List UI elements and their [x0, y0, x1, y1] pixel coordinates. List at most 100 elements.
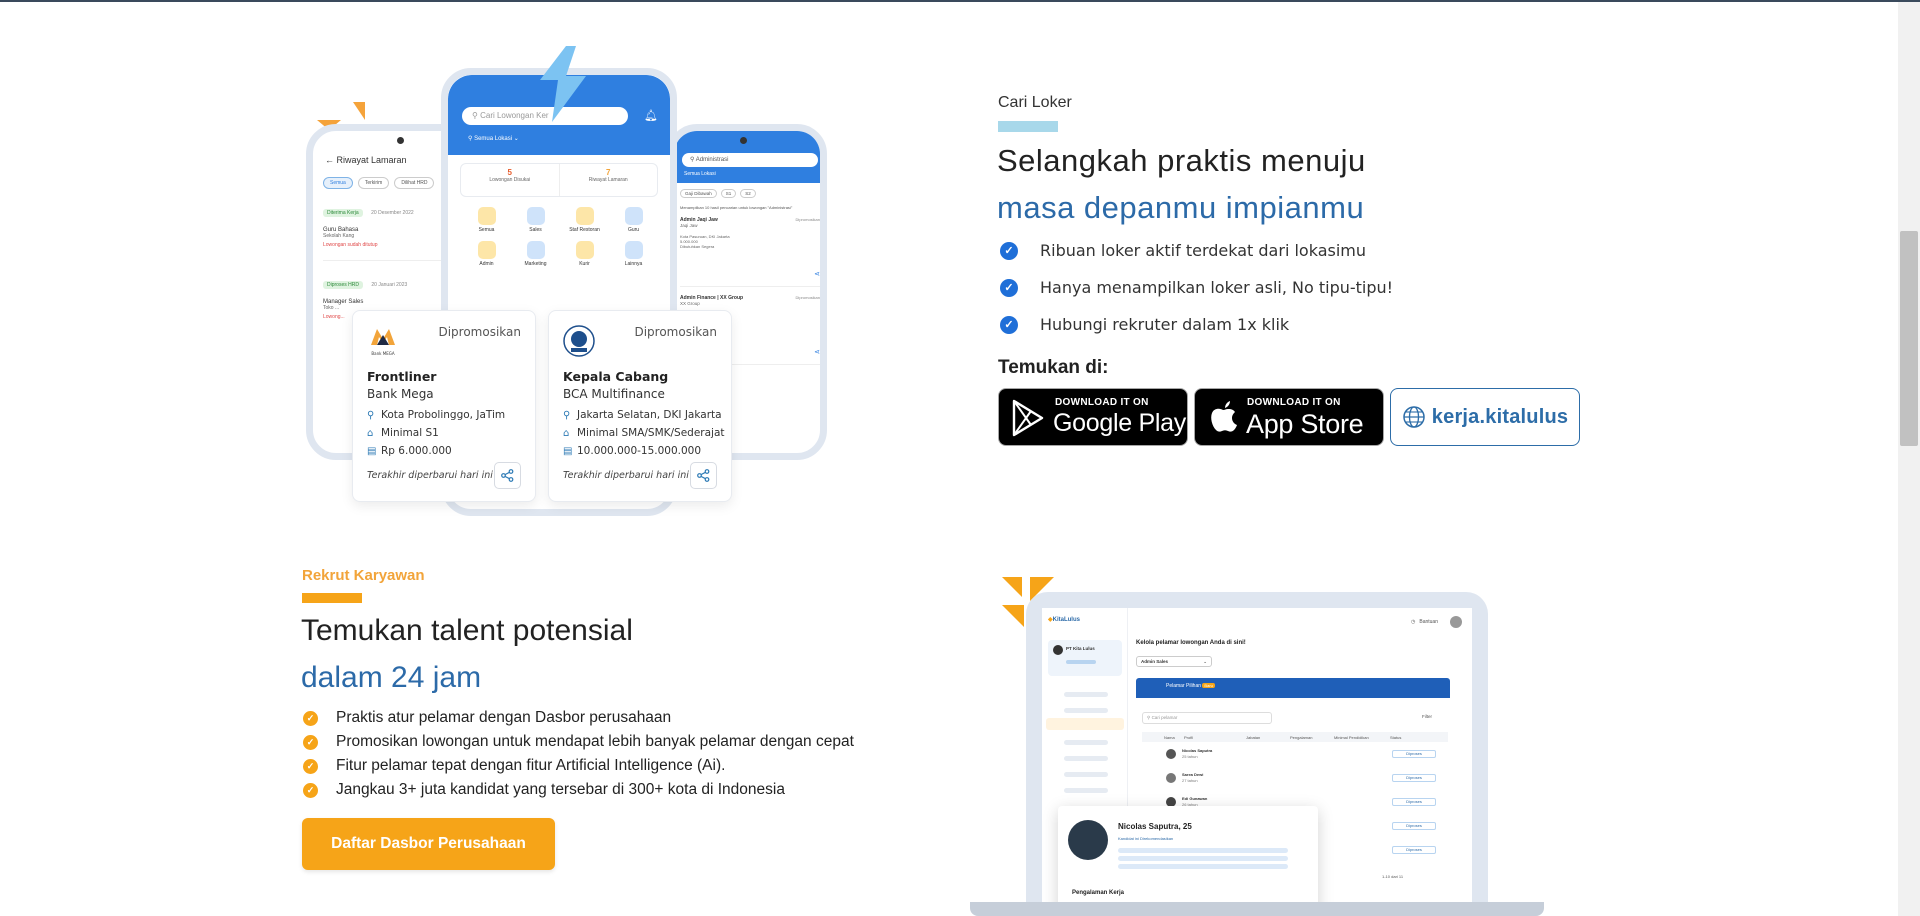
- eyebrow-underline: [302, 593, 362, 603]
- category-item[interactable]: Guru: [609, 207, 658, 233]
- share-icon: [697, 469, 710, 482]
- job-card-kepala-cabang[interactable]: Dipromosikan Kepala Cabang BCA Multifina…: [548, 310, 732, 502]
- share-icon[interactable]: ⋖: [814, 270, 820, 278]
- headline-line-2: dalam 24 jam: [301, 661, 482, 694]
- dashboard-topbar: ◷ Bantuan: [1411, 616, 1462, 628]
- bank-mega-logo: Bank MEGA: [367, 325, 399, 357]
- category-icon: [526, 241, 545, 259]
- chip-sent[interactable]: Terkirim: [357, 177, 390, 189]
- scrollbar-thumb[interactable]: [1900, 231, 1918, 446]
- job-title: Frontliner: [367, 369, 437, 384]
- feature-bullet: ✓ Promosikan lowongan untuk mendapat leb…: [303, 733, 854, 751]
- category-icon: [575, 241, 594, 259]
- filter-label[interactable]: Semua Lokasi: [684, 171, 716, 177]
- last-updated: Terakhir diperbarui hari ini: [563, 470, 689, 481]
- search-field[interactable]: ⚲ Administrasi: [682, 153, 818, 167]
- job-location: ⚲ Kota Probolinggo, JaTim: [367, 409, 506, 421]
- feature-bullet: ✓ Praktis atur pelamar dengan Dasbor per…: [303, 709, 671, 727]
- check-circle-icon: ✓: [303, 758, 318, 774]
- category-item[interactable]: Sales: [511, 207, 560, 233]
- bell-icon[interactable]: 🔔︎: [644, 109, 658, 123]
- status-dropdown[interactable]: Diproses: [1392, 846, 1436, 854]
- feature-bullet: ✓ Jangkau 3+ juta kandidat yang tersebar…: [303, 781, 785, 799]
- category-item[interactable]: Lainnya: [609, 241, 658, 267]
- chip-all[interactable]: Semua: [323, 177, 353, 189]
- row-avatar: [1166, 773, 1176, 783]
- promoted-label: Dipromosikan: [634, 325, 717, 339]
- section-eyebrow: Cari Loker: [998, 94, 1072, 111]
- share-icon: [501, 469, 514, 482]
- chip-seen[interactable]: Dilihat HRD: [394, 177, 435, 189]
- feature-bullet: ✓ Fitur pelamar tepat dengan fitur Artif…: [303, 757, 725, 775]
- category-icon: [624, 207, 643, 225]
- web-app-button[interactable]: kerja.kitalulus: [1390, 388, 1580, 446]
- headline-line-1: Selangkah praktis menuju: [997, 143, 1366, 178]
- chevron-down-icon: ⌄: [513, 136, 519, 142]
- laptop-screen: ◆KitaLulus PT Kita Lulus ◷ Bantuan Kelol…: [1042, 608, 1472, 916]
- headline-line-1: Temukan talent potensial: [301, 614, 633, 647]
- back-arrow-icon[interactable]: ←: [325, 155, 334, 165]
- filter-button[interactable]: Filter: [1422, 714, 1432, 719]
- category-item[interactable]: Kurir: [560, 241, 609, 267]
- tab-active[interactable]: Pelamar Pilihan Baru: [1166, 683, 1215, 689]
- company-name: Bank Mega: [367, 387, 434, 401]
- job-dropdown[interactable]: Admin Sales ⌄: [1136, 656, 1212, 667]
- user-avatar[interactable]: [1450, 616, 1462, 628]
- share-button[interactable]: [690, 462, 717, 489]
- search-icon: ⚲: [472, 111, 478, 120]
- share-button[interactable]: [494, 462, 521, 489]
- table-row[interactable]: Sarea Dewi 27 tahun Diproses: [1142, 770, 1448, 790]
- brand-logo: ◆KitaLulus: [1048, 617, 1080, 623]
- pin-icon: ⚲: [563, 410, 571, 421]
- category-item[interactable]: Staf Restoran: [560, 207, 609, 233]
- graduation-cap-icon: ⌂: [563, 428, 570, 439]
- job-salary: ▤ 10.000.000-15.000.000: [563, 445, 702, 457]
- job-salary: ▤ Rp 6.000.000: [367, 445, 452, 457]
- feature-bullet: ✓ Ribuan loker aktif terdekat dari lokas…: [1000, 241, 1366, 260]
- search-result-card[interactable]: Admin Jaqi Jaw Dipromosikan Jaqi Jaw Kot…: [680, 217, 820, 287]
- bca-multifinance-logo: [563, 325, 595, 357]
- sidebar-item-active[interactable]: [1046, 718, 1124, 730]
- feature-bullet: ✓ Hanya menampilkan loker asli, No tipu-…: [1000, 278, 1393, 297]
- row-avatar: [1166, 749, 1176, 759]
- pagination[interactable]: 1-10 dari 11: [1382, 874, 1403, 879]
- status-dropdown[interactable]: Diproses: [1392, 798, 1436, 806]
- stat-liked[interactable]: 5 Lowongan Disukai: [461, 164, 560, 196]
- job-title: Kepala Cabang: [563, 369, 669, 384]
- google-play-icon: [1012, 399, 1044, 437]
- category-icon: [624, 241, 643, 259]
- company-card[interactable]: PT Kita Lulus: [1048, 640, 1122, 676]
- help-icon[interactable]: ◷: [1411, 619, 1415, 625]
- apple-icon: [1211, 401, 1237, 432]
- section-eyebrow: Rekrut Karyawan: [302, 567, 425, 584]
- money-icon: ▤: [367, 446, 377, 457]
- graduation-cap-icon: ⌂: [367, 428, 374, 439]
- table-row[interactable]: Nicolas Saputra 25 tahun Diproses: [1142, 746, 1448, 766]
- candidate-popup[interactable]: Nicolas Saputra, 25 Kandidat ini Direkom…: [1058, 806, 1318, 916]
- google-play-button[interactable]: DOWNLOAD IT ON Google Play: [998, 388, 1188, 446]
- search-icon: ⚲: [1147, 715, 1151, 720]
- laptop-base: [970, 902, 1544, 916]
- status-dropdown[interactable]: Diproses: [1392, 774, 1436, 782]
- search-icon: ⚲: [690, 157, 695, 163]
- job-card-frontliner[interactable]: Bank MEGA Dipromosikan Frontliner Bank M…: [352, 310, 536, 502]
- vertical-scrollbar[interactable]: [1898, 2, 1920, 916]
- pin-icon: ⚲: [468, 136, 473, 142]
- stat-history[interactable]: 7 Riwayat Lamaran: [560, 164, 658, 196]
- category-grid: Semua Sales Staf Restoran Guru Admin Mar…: [462, 207, 658, 267]
- company-name: BCA Multifinance: [563, 387, 665, 401]
- app-store-button[interactable]: DOWNLOAD IT ON App Store: [1194, 388, 1384, 446]
- category-item[interactable]: Semua: [462, 207, 511, 233]
- register-dashboard-button[interactable]: Daftar Dasbor Perusahaan: [302, 818, 555, 870]
- share-icon[interactable]: ⋖: [814, 348, 820, 356]
- category-icon: [575, 207, 594, 225]
- category-item[interactable]: Admin: [462, 241, 511, 267]
- search-input[interactable]: ⚲ Cari pelamar: [1142, 712, 1272, 724]
- category-item[interactable]: Marketing: [511, 241, 560, 267]
- candidate-avatar: [1068, 820, 1108, 860]
- top-border: [0, 0, 1920, 2]
- status-dropdown[interactable]: Diproses: [1392, 750, 1436, 758]
- status-dropdown[interactable]: Diproses: [1392, 822, 1436, 830]
- job-education: ⌂ Minimal SMA/SMK/Sederajat: [563, 427, 725, 439]
- check-circle-icon: ✓: [303, 734, 318, 750]
